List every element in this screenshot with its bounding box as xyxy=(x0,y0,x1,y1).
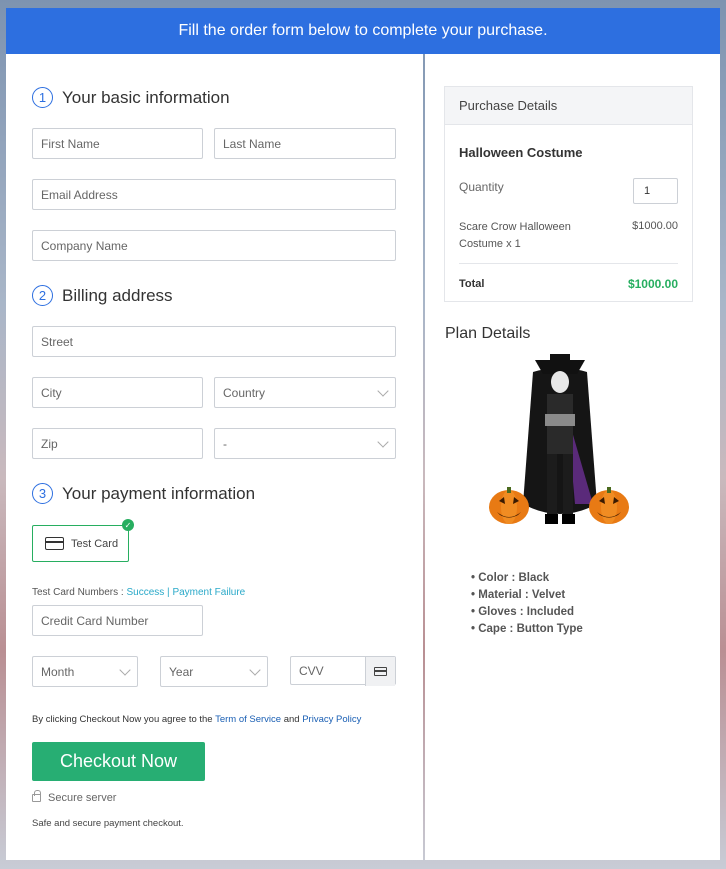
placeholder: Credit Card Number xyxy=(41,613,149,628)
chevron-down-icon xyxy=(249,663,261,676)
cvv-field[interactable]: CVV xyxy=(290,656,396,686)
placeholder: First Name xyxy=(41,136,100,151)
section-title: Billing address xyxy=(62,285,173,305)
list-item: Gloves : Included xyxy=(471,604,583,621)
placeholder: Zip xyxy=(41,436,58,451)
placeholder: CVV xyxy=(299,663,324,678)
billing-heading: 2 Billing address xyxy=(32,285,173,306)
street-field[interactable]: Street xyxy=(32,326,396,357)
city-field[interactable]: City xyxy=(32,377,203,408)
lock-icon xyxy=(32,790,41,803)
last-name-field[interactable]: Last Name xyxy=(214,128,396,159)
line-item-price: $1000.00 xyxy=(632,220,678,232)
select-value: - xyxy=(223,436,227,451)
company-field[interactable]: Company Name xyxy=(32,230,396,261)
divider xyxy=(459,263,678,264)
placeholder: City xyxy=(41,385,62,400)
safe-checkout-note: Safe and secure payment checkout. xyxy=(32,818,184,829)
zip-field[interactable]: Zip xyxy=(32,428,203,459)
list-item: Cape : Button Type xyxy=(471,621,583,638)
card-option-label: Test Card xyxy=(71,537,119,550)
list-item: Color : Black xyxy=(471,570,583,587)
plan-features-list: Color : Black Material : Velvet Gloves :… xyxy=(471,570,583,638)
placeholder: Company Name xyxy=(41,238,128,253)
chevron-down-icon xyxy=(377,435,389,448)
line-item-name: Scare Crow Halloween Costume x 1 xyxy=(459,221,571,250)
quantity-input[interactable]: 1 xyxy=(633,178,678,204)
test-card-numbers: Test Card Numbers : Success | Payment Fa… xyxy=(32,587,245,598)
placeholder: Email Address xyxy=(41,187,118,202)
success-link[interactable]: Success xyxy=(126,587,164,598)
quantity-label: Quantity xyxy=(459,180,504,194)
step-number: 1 xyxy=(32,87,53,108)
credit-card-icon xyxy=(45,537,64,550)
step-number: 3 xyxy=(32,483,53,504)
plan-details-heading: Plan Details xyxy=(445,325,531,342)
select-value: Month xyxy=(41,664,75,679)
terms-of-service-link[interactable]: Term of Service xyxy=(215,714,281,725)
state-select[interactable]: - xyxy=(214,428,396,459)
email-field[interactable]: Email Address xyxy=(32,179,396,210)
test-numbers-label: Test Card Numbers : xyxy=(32,587,127,598)
cvv-card-icon xyxy=(365,657,395,686)
order-form: 1 Your basic information First Name Last… xyxy=(6,54,423,860)
chevron-down-icon xyxy=(377,384,389,397)
placeholder: Street xyxy=(41,334,74,349)
total-amount: $1000.00 xyxy=(627,277,678,291)
placeholder: Last Name xyxy=(223,136,282,151)
header-banner: Fill the order form below to complete yo… xyxy=(6,8,720,54)
country-select[interactable]: Country xyxy=(214,377,396,408)
checkout-button[interactable]: Checkout Now xyxy=(32,742,205,781)
month-select[interactable]: Month xyxy=(32,656,138,687)
purchase-details-heading: Purchase Details xyxy=(445,87,692,125)
list-item: Material : Velvet xyxy=(471,587,583,604)
total-label: Total xyxy=(459,278,485,290)
select-value: Year xyxy=(169,664,194,679)
terms-prefix: By clicking Checkout Now you agree to th… xyxy=(32,714,216,725)
section-title: Your basic information xyxy=(62,87,230,107)
step-number: 2 xyxy=(32,285,53,306)
purchase-details: Purchase Details Halloween Costume Quant… xyxy=(444,86,693,302)
halloween-costume-image xyxy=(489,354,629,524)
checkmark-icon: ✓ xyxy=(122,519,134,531)
secure-server: Secure server xyxy=(32,790,117,804)
payment-heading: 3 Your payment information xyxy=(32,483,255,504)
summary-panel: Purchase Details Halloween Costume Quant… xyxy=(425,54,720,860)
product-name: Halloween Costume xyxy=(459,145,583,160)
select-value: Country xyxy=(223,385,266,400)
secure-label: Secure server xyxy=(48,792,117,804)
card-number-field[interactable]: Credit Card Number xyxy=(32,605,203,636)
first-name-field[interactable]: First Name xyxy=(32,128,203,159)
year-select[interactable]: Year xyxy=(160,656,268,687)
chevron-down-icon xyxy=(119,663,131,676)
privacy-policy-link[interactable]: Privacy Policy xyxy=(302,714,361,725)
section-title: Your payment information xyxy=(62,483,256,503)
basic-info-heading: 1 Your basic information xyxy=(32,87,230,108)
test-card-option[interactable]: Test Card ✓ xyxy=(32,519,134,562)
terms-and: and xyxy=(281,714,303,725)
terms-text: By clicking Checkout Now you agree to th… xyxy=(32,714,361,725)
payment-failure-link[interactable]: Payment Failure xyxy=(172,587,245,598)
